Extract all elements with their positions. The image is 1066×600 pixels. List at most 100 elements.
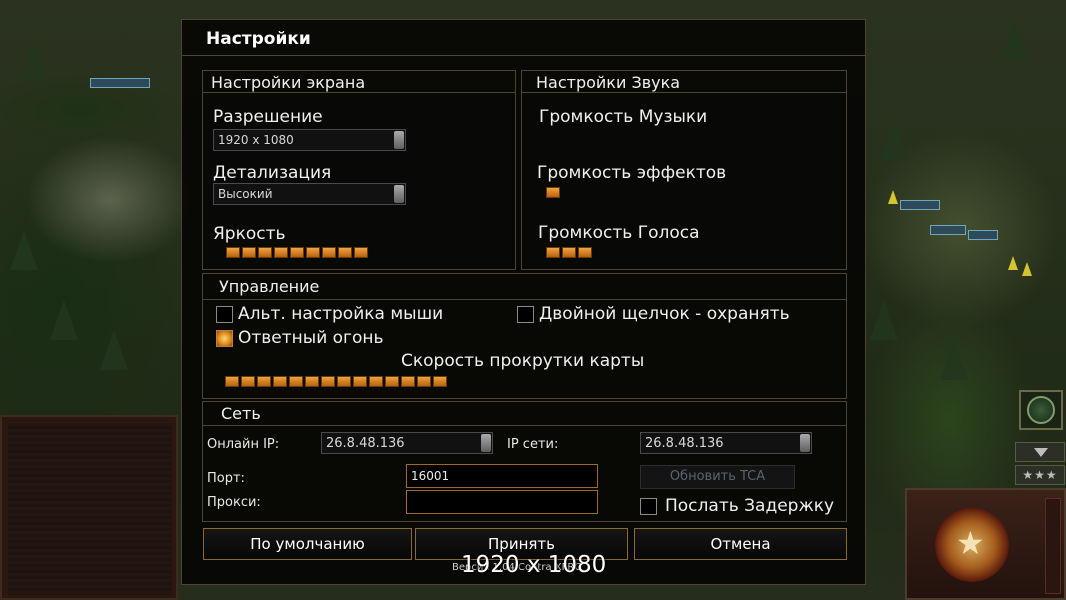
slider-segment [417, 376, 431, 387]
slider-segment [562, 247, 576, 258]
radar-icon [1027, 396, 1055, 424]
detail-dropdown[interactable]: Высокий [213, 183, 406, 205]
slider-segment [290, 247, 304, 258]
tree-decoration [940, 340, 968, 380]
dropdown-arrow-icon [394, 185, 404, 203]
rank-stars: ★★★ [1015, 465, 1065, 485]
command-panel: ★ [905, 488, 1066, 600]
tree-decoration [1000, 20, 1028, 60]
slider-segment [322, 247, 336, 258]
slider-segment [354, 247, 368, 258]
voice-volume-label: Громкость Голоса [538, 223, 700, 243]
tree-decoration [870, 300, 898, 340]
radar-button[interactable] [1019, 390, 1063, 430]
network-group: Сеть Онлайн IP: 26.8.48.136 IP сети: 26.… [202, 401, 847, 522]
defaults-button[interactable]: По умолчанию [203, 528, 412, 560]
arrow-down-icon [1034, 448, 1048, 457]
lan-ip-label: IP сети: [507, 437, 559, 452]
dialog-title-bar: Настройки [182, 20, 865, 56]
alt-mouse-checkbox[interactable] [216, 306, 233, 323]
brightness-slider[interactable] [226, 247, 368, 258]
scroll-speed-label: Скорость прокрутки карты [401, 351, 645, 371]
flag-decoration [888, 190, 898, 204]
slider-segment [289, 376, 303, 387]
sound-settings-title: Настройки Звука [536, 73, 681, 92]
building-decoration [900, 200, 940, 210]
slider-segment [226, 247, 240, 258]
resolution-overlay: 1920 x 1080 [461, 552, 607, 578]
tree-decoration [50, 300, 78, 340]
slider-segment [305, 376, 319, 387]
proxy-input[interactable] [406, 490, 598, 514]
slider-segment [337, 376, 351, 387]
slider-segment [321, 376, 335, 387]
slider-segment [274, 247, 288, 258]
port-label: Порт: [207, 471, 245, 486]
options-dialog: Настройки Настройки экрана Разрешение 19… [181, 19, 866, 585]
display-settings-group: Настройки экрана Разрешение 1920 x 1080 … [202, 70, 516, 270]
slider-segment [546, 187, 560, 198]
slider-segment [273, 376, 287, 387]
alt-mouse-label: Альт. настройка мыши [238, 304, 444, 324]
slider-segment [385, 376, 399, 387]
detail-label: Детализация [213, 163, 332, 183]
detail-value: Высокий [218, 187, 273, 201]
effects-volume-slider[interactable] [546, 187, 560, 198]
double-click-guard-checkbox[interactable] [517, 306, 534, 323]
resolution-dropdown[interactable]: 1920 x 1080 [213, 129, 406, 151]
slider-segment [257, 376, 271, 387]
lan-ip-value: 26.8.48.136 [645, 436, 724, 451]
resolution-value: 1920 x 1080 [218, 133, 294, 147]
cancel-button[interactable]: Отмена [634, 528, 847, 560]
building-decoration [930, 225, 966, 235]
port-input[interactable]: 16001 [406, 464, 598, 488]
double-click-guard-label: Двойной щелчок - охранять [539, 304, 790, 324]
scroll-speed-slider[interactable] [225, 376, 447, 387]
return-fire-label: Ответный огонь [238, 328, 384, 348]
sound-settings-group: Настройки Звука Громкость Музыки Громкос… [521, 70, 847, 270]
building-decoration [90, 78, 150, 88]
return-fire-checkbox[interactable] [216, 330, 233, 347]
lan-ip-dropdown[interactable]: 26.8.48.136 [640, 432, 812, 454]
slider-segment [433, 376, 447, 387]
tree-decoration [10, 230, 38, 270]
online-ip-label: Онлайн IP: [207, 437, 280, 452]
display-settings-title: Настройки экрана [211, 73, 366, 92]
slider-segment [225, 376, 239, 387]
tree-decoration [880, 120, 908, 160]
tree-decoration [100, 330, 128, 370]
send-delay-checkbox[interactable] [640, 498, 657, 515]
controls-group: Управление Альт. настройка мыши Двойной … [202, 273, 847, 399]
slider-segment [306, 247, 320, 258]
dialog-title: Настройки [206, 29, 311, 49]
controls-title: Управление [219, 277, 320, 296]
power-bar [1045, 498, 1061, 594]
brightness-label: Яркость [213, 224, 286, 244]
port-value: 16001 [411, 469, 450, 483]
voice-volume-slider[interactable] [546, 247, 592, 258]
scroll-down-button[interactable] [1015, 442, 1065, 462]
dropdown-arrow-icon [481, 434, 491, 452]
tree-decoration [20, 40, 48, 80]
network-title: Сеть [221, 404, 261, 423]
proxy-label: Прокси: [207, 495, 261, 510]
building-decoration [968, 230, 998, 240]
command-bar-left [0, 415, 178, 600]
slider-segment [578, 247, 592, 258]
send-delay-label: Послать Задержку [665, 496, 835, 516]
music-volume-label: Громкость Музыки [539, 107, 708, 127]
slider-segment [546, 247, 560, 258]
dropdown-arrow-icon [800, 434, 810, 452]
flag-decoration [1022, 262, 1032, 276]
effects-volume-label: Громкость эффектов [537, 163, 727, 183]
flag-decoration [1008, 256, 1018, 270]
slider-segment [353, 376, 367, 387]
dropdown-arrow-icon [394, 131, 404, 149]
resolution-label: Разрешение [213, 107, 323, 127]
slider-segment [258, 247, 272, 258]
online-ip-dropdown[interactable]: 26.8.48.136 [321, 432, 493, 454]
slider-segment [241, 376, 255, 387]
slider-segment [338, 247, 352, 258]
faction-emblem-icon: ★ [935, 508, 1009, 582]
update-tca-button[interactable]: Обновить TCA [640, 465, 795, 489]
